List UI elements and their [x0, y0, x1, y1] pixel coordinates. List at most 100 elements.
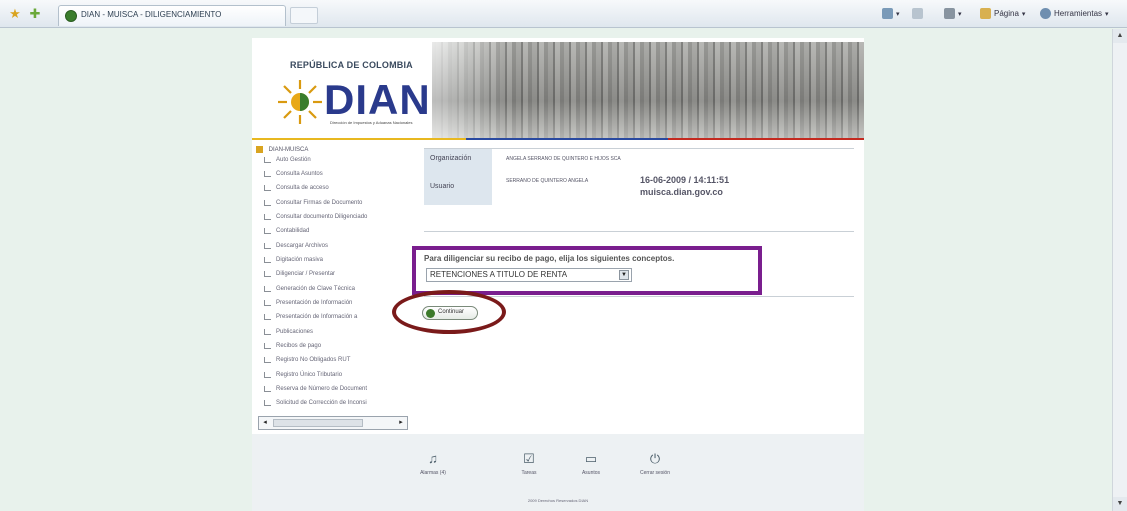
continue-button[interactable]: Continuar — [422, 306, 478, 320]
tree-root[interactable]: DIAN-MUISCA — [256, 146, 308, 153]
browser-window: ★ ✚ DIAN - MUISCA - DILIGENCIAMIENTO ▾ ▾… — [0, 0, 1127, 511]
sidebar-item[interactable]: Recibos de pago — [264, 343, 321, 355]
sidebar-item-label: Consultar Firmas de Documento — [276, 200, 363, 206]
user-label: Usuario — [424, 169, 492, 205]
tab-title: DIAN - MUISCA - DILIGENCIAMIENTO — [81, 10, 222, 19]
sidebar-item[interactable]: Presentación de Información a — [264, 314, 357, 326]
sidebar-item[interactable]: Registro Único Tributario — [264, 372, 342, 384]
concept-selection-highlight: Para diligenciar su recibo de pago, elij… — [412, 246, 762, 295]
sidebar-item[interactable]: Descargar Archivos — [264, 243, 328, 255]
chevron-down-icon[interactable]: ▼ — [619, 270, 629, 280]
browser-tab[interactable]: DIAN - MUISCA - DILIGENCIAMIENTO — [58, 5, 286, 26]
page-menu-label: Página — [994, 9, 1019, 18]
dian-logo[interactable]: DIAN Dirección de Impuestos y Aduanas Na… — [276, 76, 436, 128]
home-icon — [882, 8, 893, 19]
sidebar-item-label: Digitación masiva — [276, 257, 324, 263]
scroll-up-arrow-icon[interactable]: ▲ — [1113, 29, 1127, 43]
session-info: Organización ANGELA SERRANO DE QUINTERO … — [424, 148, 854, 208]
page-footer: ♫ Alarmas (4) ☑ Tareas ▭ Asuntos ⏻ Cerra… — [252, 434, 864, 511]
sidebar-item[interactable]: Generación de Clave Técnica — [264, 286, 355, 298]
org-label: Organización — [424, 149, 492, 169]
continue-icon — [426, 309, 435, 318]
concept-select[interactable]: RETENCIONES A TITULO DE RENTA ▼ — [426, 268, 632, 282]
home-button[interactable]: ▾ — [882, 8, 900, 19]
sidebar-item-label: Contabilidad — [276, 228, 310, 234]
new-tab-button[interactable] — [290, 7, 318, 24]
sidebar-item[interactable]: Reserva de Número de Document — [264, 386, 367, 398]
sidebar-item[interactable]: Digitación masiva — [264, 257, 323, 269]
dian-page: REPÚBLICA DE COLOMBIA DIAN Dirección de … — [252, 38, 864, 511]
sidebar-item[interactable]: Solicitud de Corrección de Inconsi — [264, 400, 367, 412]
sidebar-item-label: Recibos de pago — [276, 343, 322, 349]
sun-logo-icon — [278, 80, 322, 124]
sidebar-item-label: Consulta de acceso — [276, 185, 329, 191]
tools-menu-label: Herramientas — [1054, 9, 1103, 18]
sidebar-item[interactable]: Registro No Obligados RUT — [264, 357, 350, 369]
tools-menu[interactable]: Herramientas ▾ — [1040, 8, 1109, 19]
copyright: 2009 Derechos Reservados DIAN — [527, 498, 589, 503]
scroll-left-arrow-icon[interactable]: ◂ — [259, 417, 271, 429]
sidebar-item[interactable]: Contabilidad — [264, 228, 309, 240]
page-header: REPÚBLICA DE COLOMBIA DIAN Dirección de … — [252, 38, 864, 140]
sidebar-item-label: Reserva de Número de Document — [276, 386, 368, 392]
sidebar-item-label: Presentación de Información a — [276, 314, 358, 320]
add-favorites-icon[interactable]: ✚ — [28, 7, 42, 21]
tasks-icon: ☑ — [523, 451, 535, 466]
sidebar-item-label: Publicaciones — [276, 329, 314, 335]
sidebar-item[interactable]: Auto Gestión — [264, 157, 311, 169]
folder-icon — [256, 146, 263, 153]
scroll-right-arrow-icon[interactable]: ▸ — [395, 417, 407, 429]
sidebar-item-label: Solicitud de Corrección de Inconsi — [276, 400, 367, 406]
tasks-label: Tareas — [521, 470, 537, 476]
page-icon — [980, 8, 991, 19]
header-stripe — [252, 138, 864, 140]
continue-label: Continuar — [438, 309, 465, 315]
session-datetime: 16-06-2009 / 14:11:51 — [640, 175, 730, 185]
sidebar-item-label: Generación de Clave Técnica — [276, 286, 355, 292]
power-icon: ⏻ — [649, 451, 661, 466]
divider — [424, 231, 854, 232]
logo-subtitle: Dirección de Impuestos y Aduanas Naciona… — [330, 120, 413, 125]
concept-instruction: Para diligenciar su recibo de pago, elij… — [424, 254, 675, 263]
favorites-star-icon[interactable]: ★ — [8, 7, 22, 21]
sidebar-item-label: Registro No Obligados RUT — [276, 357, 351, 363]
page-scrollbar[interactable]: ▲ ▼ — [1112, 29, 1127, 511]
bell-icon: ♫ — [428, 451, 438, 466]
logo-text: DIAN — [324, 76, 431, 123]
sidebar-item[interactable]: Publicaciones — [264, 329, 313, 341]
user-value: SERRANO DE QUINTERO ANGELA — [506, 178, 589, 184]
org-value: ANGELA SERRANO DE QUINTERO E HIJOS SCA — [506, 156, 621, 162]
print-button[interactable]: ▾ — [944, 8, 962, 19]
page-menu[interactable]: Página ▾ — [980, 8, 1025, 19]
feeds-button[interactable] — [912, 8, 923, 19]
sidebar-hscrollbar[interactable]: ◂ ▸ — [258, 416, 408, 430]
dian-favicon-icon — [65, 10, 77, 22]
logout-button[interactable]: ⏻ Cerrar sesión — [630, 452, 680, 488]
alarms-button[interactable]: ♫ Alarmas (4) — [408, 452, 458, 488]
sidebar-item-label: Descargar Archivos — [276, 243, 329, 249]
sidebar-item[interactable]: Consulta Asuntos — [264, 171, 323, 183]
gear-icon — [1040, 8, 1051, 19]
sidebar-item[interactable]: Consultar documento Diligenciado — [264, 214, 367, 226]
sidebar-item-label: Presentación de Información — [276, 300, 353, 306]
matters-label: Asuntos — [581, 470, 601, 476]
sidebar-item[interactable]: Presentación de Información — [264, 300, 352, 312]
sidebar-item[interactable]: Diligenciar / Presentar — [264, 271, 335, 283]
tree-root-label: DIAN-MUISCA — [268, 147, 309, 154]
sidebar-tree: DIAN-MUISCA Auto Gestión Consulta Asunto… — [252, 144, 410, 434]
logout-label: Cerrar sesión — [639, 470, 670, 476]
folder-icon: ▭ — [584, 451, 598, 466]
sidebar-item[interactable]: Consultar Firmas de Documento — [264, 200, 362, 212]
sidebar-item-label: Consulta Asuntos — [276, 171, 323, 177]
matters-button[interactable]: ▭ Asuntos — [566, 452, 616, 488]
header-photo — [432, 42, 864, 140]
scroll-down-arrow-icon[interactable]: ▼ — [1113, 497, 1127, 511]
country-title: REPÚBLICA DE COLOMBIA — [290, 60, 413, 70]
print-icon — [944, 8, 955, 19]
tasks-button[interactable]: ☑ Tareas — [504, 452, 554, 488]
sidebar-item[interactable]: Consulta de acceso — [264, 185, 329, 197]
sidebar-item-label: Registro Único Tributario — [276, 372, 343, 378]
browser-toolbar: ★ ✚ DIAN - MUISCA - DILIGENCIAMIENTO ▾ ▾… — [0, 0, 1127, 28]
feeds-icon — [912, 8, 923, 19]
scroll-thumb[interactable] — [273, 419, 363, 427]
